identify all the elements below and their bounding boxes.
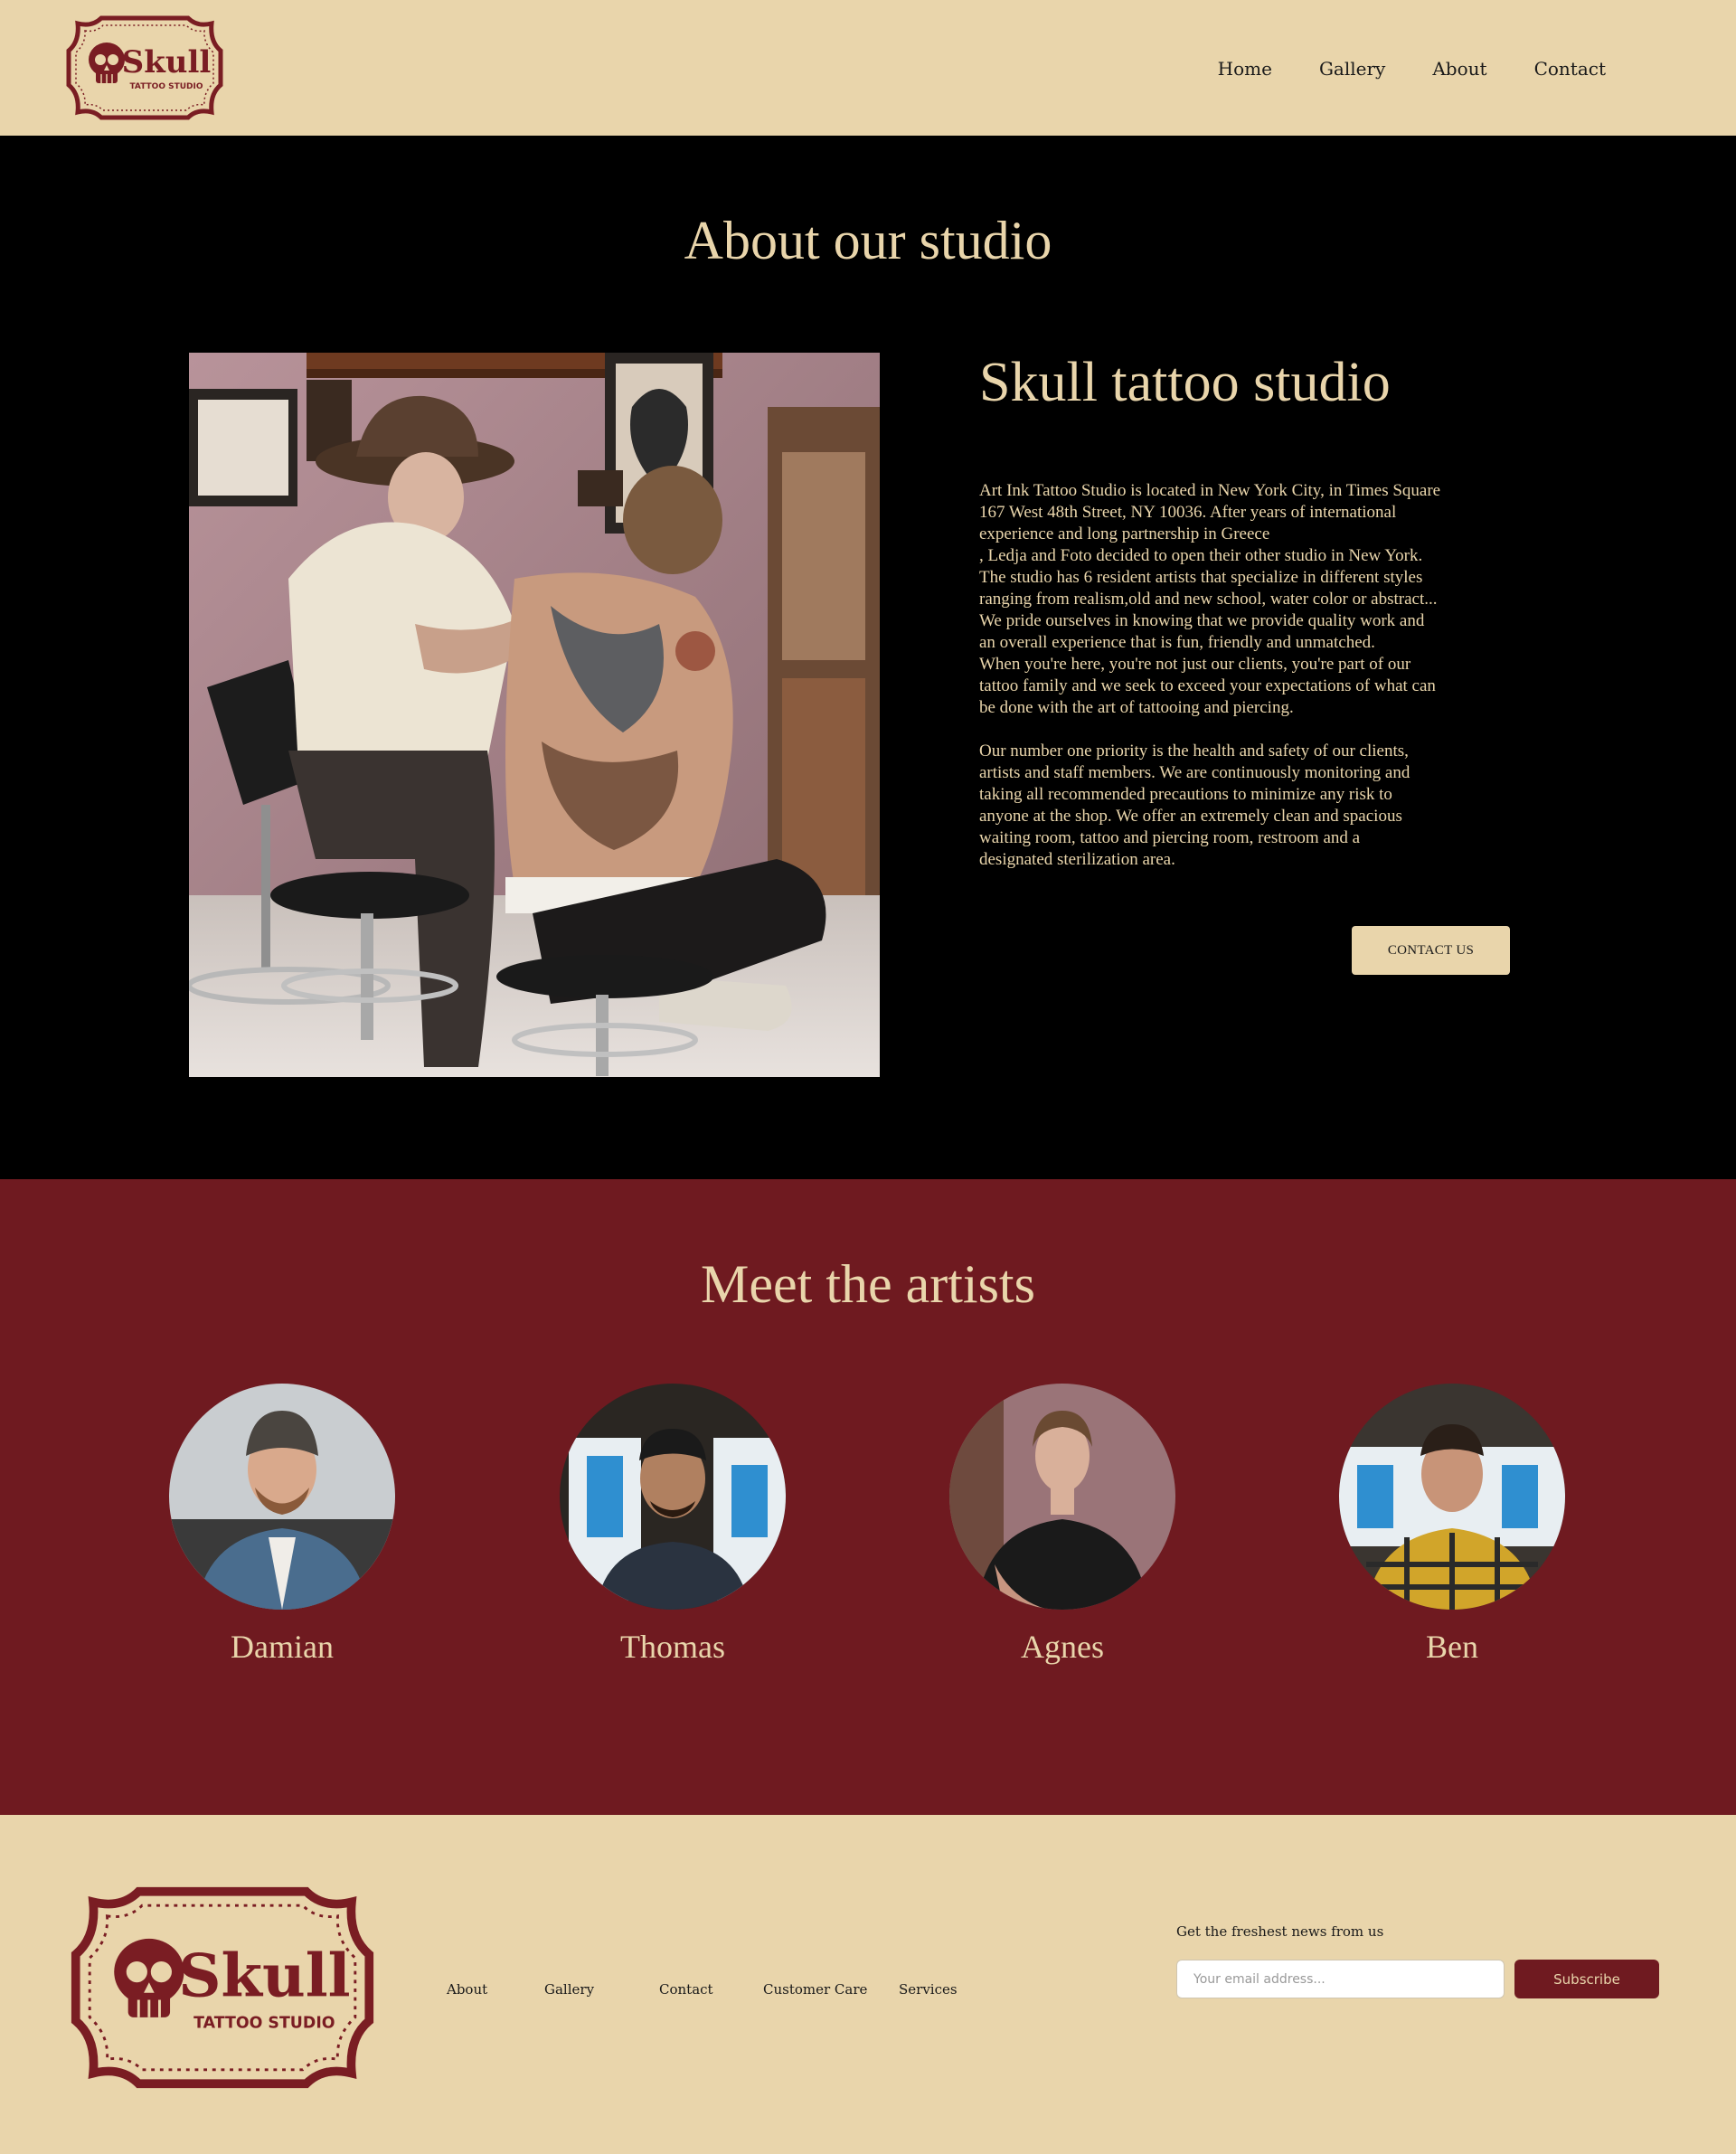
artist-name: Ben [1426, 1629, 1478, 1665]
footer-link-contact[interactable]: Contact [659, 1981, 713, 1998]
nav-contact[interactable]: Contact [1534, 58, 1606, 80]
main-nav: Home Gallery About Contact [1218, 58, 1606, 80]
svg-text:TATTOO STUDIO: TATTOO STUDIO [129, 82, 203, 91]
artist-card-damian[interactable]: Damian [169, 1384, 395, 1666]
subscribe-button[interactable]: Subscribe [1514, 1960, 1659, 1998]
newsletter-label: Get the freshest news from us [1176, 1923, 1384, 1940]
email-field[interactable] [1176, 1960, 1505, 1998]
footer-skull-logo[interactable]: Skull TATTOO STUDIO [69, 1884, 376, 2092]
footer-link-gallery[interactable]: Gallery [544, 1981, 594, 1998]
svg-text:TATTOO STUDIO: TATTOO STUDIO [193, 2014, 335, 2032]
about-paragraph-1: Art Ink Tattoo Studio is located in New … [979, 481, 1441, 717]
avatar [169, 1384, 395, 1610]
artists-section: Meet the artists Damian Thomas Agnes Ben [0, 1179, 1736, 1815]
avatar [1339, 1384, 1565, 1610]
site-footer: Skull TATTOO STUDIO About Gallery Contac… [0, 1815, 1736, 2154]
artist-card-thomas[interactable]: Thomas [560, 1384, 786, 1666]
artists-title: Meet the artists [701, 1254, 1035, 1314]
nav-gallery[interactable]: Gallery [1319, 58, 1385, 80]
skull-logo[interactable]: Skull TATTOO STUDIO [65, 14, 224, 121]
nav-about[interactable]: About [1432, 58, 1486, 80]
site-header: Skull TATTOO STUDIO Home Gallery About C… [0, 0, 1736, 136]
footer-link-services[interactable]: Services [899, 1981, 958, 1998]
artist-name: Damian [231, 1629, 334, 1665]
artist-name: Thomas [620, 1629, 725, 1665]
nav-home[interactable]: Home [1218, 58, 1272, 80]
footer-link-customer-care[interactable]: Customer Care [763, 1981, 867, 1998]
studio-heading: Skull tattoo studio [979, 352, 1391, 413]
artist-card-ben[interactable]: Ben [1339, 1384, 1565, 1666]
about-section: About our studio Skull tattoo studio Art… [0, 136, 1736, 1179]
artist-card-agnes[interactable]: Agnes [949, 1384, 1175, 1666]
about-description: Art Ink Tattoo Studio is located in New … [979, 480, 1540, 871]
avatar [560, 1384, 786, 1610]
contact-us-button[interactable]: CONTACT US [1352, 926, 1510, 975]
svg-text:Skull: Skull [122, 44, 212, 80]
footer-link-about[interactable]: About [447, 1981, 487, 1998]
svg-text:Skull: Skull [178, 1941, 351, 2011]
avatar [949, 1384, 1175, 1610]
about-paragraph-2: Our number one priority is the health an… [979, 742, 1410, 869]
artist-name: Agnes [1021, 1629, 1104, 1665]
tattoo-session-photo [189, 353, 880, 1077]
about-title: About our studio [684, 211, 1052, 270]
